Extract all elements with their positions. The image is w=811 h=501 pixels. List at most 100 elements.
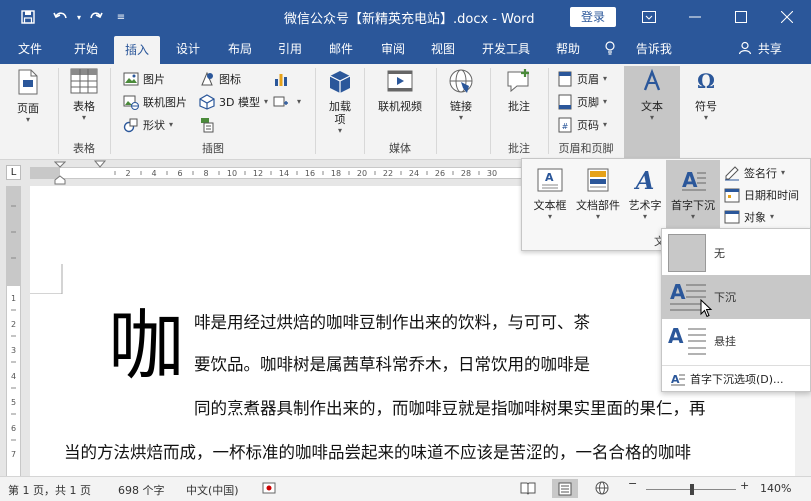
screenshot-button[interactable]: ▾ [273, 91, 301, 112]
links-button[interactable]: 链接 ▾ [443, 68, 479, 122]
indent-marker-icon[interactable] [54, 160, 66, 186]
dropcap-option-in-margin[interactable]: A 悬挂 [662, 319, 810, 363]
page-number-button[interactable]: # 页码 ▾ [557, 114, 607, 135]
language-indicator[interactable]: 中文(中国) [186, 482, 239, 498]
smartart-button[interactable] [199, 114, 219, 135]
text-button[interactable]: 文本 ▾ [628, 68, 676, 122]
window-title: 微信公众号【新精英充电站】.docx - Word [284, 12, 535, 27]
group-label-header-footer: 页眉和页脚 [558, 142, 614, 155]
tab-file[interactable]: 文件 [8, 34, 52, 64]
save-icon[interactable] [16, 7, 40, 27]
signature-label: 签名行 [744, 166, 777, 180]
tab-help[interactable]: 帮助 [546, 34, 590, 64]
datetime-button[interactable]: 日期和时间 [724, 184, 799, 205]
tab-design[interactable]: 设计 [166, 34, 210, 64]
tab-selector[interactable]: L [6, 165, 21, 180]
word-count[interactable]: 698 个字 [118, 482, 165, 498]
symbols-button[interactable]: Ω 符号 ▾ [688, 68, 724, 122]
chevron-down-icon: ▾ [595, 212, 600, 221]
svg-text:1: 1 [11, 294, 16, 303]
paragraph-line-3[interactable]: 同的烹煮器具制作出来的，而咖啡豆就是指咖啡树果实里面的果仁，再 [194, 395, 706, 419]
zoom-out-button[interactable]: − [628, 477, 637, 490]
addins-button[interactable]: 加载项 ▾ [322, 68, 358, 135]
picture-button[interactable]: 图片 [123, 68, 165, 89]
wordart-button[interactable]: A 艺术字 ▾ [624, 166, 666, 221]
svg-text:#: # [562, 122, 569, 131]
zoom-slider-thumb[interactable] [690, 484, 694, 495]
svg-text:18: 18 [331, 169, 341, 178]
screenshot-icon [273, 96, 288, 106]
tab-home[interactable]: 开始 [62, 34, 110, 64]
shapes-button[interactable]: 形状 ▾ [123, 114, 173, 135]
link-icon [449, 69, 473, 93]
3d-model-button[interactable]: 3D 模型 ▾ [199, 91, 268, 112]
divider [436, 68, 437, 154]
macro-record-icon[interactable] [262, 481, 276, 498]
chart-button[interactable] [273, 68, 293, 89]
customize-toolbar-icon[interactable]: ≡ [114, 7, 128, 27]
chevron-down-icon: ▾ [703, 113, 708, 122]
tab-mailings[interactable]: 邮件 [318, 34, 364, 64]
mouse-cursor-icon [700, 299, 713, 318]
minimize-icon[interactable] [672, 0, 718, 34]
maximize-icon[interactable] [718, 0, 764, 34]
textbox-icon: A [537, 168, 563, 192]
object-icon [724, 210, 740, 223]
icons-button[interactable]: 图标 [199, 68, 241, 89]
comment-button[interactable]: 批注 [499, 68, 539, 113]
tab-insert[interactable]: 插入 [114, 36, 160, 64]
zoom-in-button[interactable]: + [740, 479, 749, 492]
quick-parts-button[interactable]: 文档部件 ▾ [572, 167, 624, 221]
tab-review[interactable]: 审阅 [370, 34, 416, 64]
vertical-ruler[interactable]: 1 2 3 4 5 6 7 [6, 186, 21, 476]
tab-developer[interactable]: 开发工具 [474, 34, 538, 64]
paragraph-line-1[interactable]: 啡是用经过烘焙的咖啡豆制作出来的饮料，与可可、茶 [194, 309, 590, 333]
print-layout-icon[interactable] [552, 479, 578, 498]
close-icon[interactable] [764, 0, 810, 34]
dropcap-button[interactable]: A 首字下沉 ▾ [666, 167, 720, 221]
tell-me-search[interactable]: 告诉我 [604, 34, 684, 64]
paragraph-line-2[interactable]: 要饮品。咖啡树是属茜草科常乔木，日常饮用的咖啡是 [194, 351, 590, 375]
drop-cap-character[interactable]: 咖 [108, 304, 184, 388]
group-illustrations: 图片 联机图片 形状 ▾ 图标 3D 模型 ▾ ▾ 插图 [111, 64, 315, 160]
header-button[interactable]: 页眉 ▾ [557, 68, 607, 89]
first-line-indent-icon[interactable] [94, 160, 106, 170]
svg-text:7: 7 [11, 450, 16, 459]
icons-label: 图标 [219, 72, 241, 86]
login-button[interactable]: 登录 [570, 7, 616, 27]
read-mode-icon[interactable] [520, 481, 536, 498]
page-count[interactable]: 第 1 页，共 1 页 [8, 482, 91, 498]
dropcap-option-none[interactable]: 无 [662, 231, 810, 275]
textbox-button[interactable]: A 文本框 ▾ [528, 167, 572, 221]
svg-text:12: 12 [253, 169, 263, 178]
online-video-button[interactable]: 联机视频 [373, 68, 427, 113]
zoom-level[interactable]: 140% [760, 482, 791, 495]
dropcap-options-button[interactable]: A 首字下沉选项(D)... [670, 368, 784, 389]
undo-dropdown-icon[interactable]: ▾ [74, 7, 84, 27]
chevron-down-icon: ▾ [547, 212, 552, 221]
signature-line-button[interactable]: 签名行 ▾ [724, 162, 785, 183]
pages-button[interactable]: 页面 ▾ [10, 68, 46, 124]
group-label-media: 媒体 [389, 142, 411, 155]
chevron-down-icon: ▾ [603, 74, 608, 83]
redo-icon[interactable] [86, 7, 106, 27]
tab-layout[interactable]: 布局 [218, 34, 262, 64]
online-picture-button[interactable]: 联机图片 [123, 91, 187, 112]
tab-references[interactable]: 引用 [268, 34, 312, 64]
footer-button[interactable]: 页脚 ▾ [557, 91, 607, 112]
table-button[interactable]: 表格 ▾ [66, 68, 102, 122]
tab-view[interactable]: 视图 [420, 34, 466, 64]
dropcap-label: 首字下沉 [671, 199, 715, 212]
vruler-ticks: 1 2 3 4 5 6 7 [11, 205, 16, 459]
dropcap-option-dropped[interactable]: A 下沉 [662, 275, 810, 319]
web-layout-icon[interactable] [594, 481, 610, 498]
paragraph-line-4[interactable]: 当的方法烘焙而成，一杯标准的咖啡品尝起来的味道不应该是苦涩的，一名合格的咖啡 [64, 439, 691, 463]
wordart-icon: A [634, 166, 655, 195]
share-button[interactable]: 共享 [738, 34, 798, 64]
object-label: 对象 [744, 210, 766, 224]
chevron-down-icon: ▾ [81, 113, 86, 122]
undo-icon[interactable] [48, 7, 74, 27]
chevron-down-icon: ▾ [781, 168, 786, 177]
object-button[interactable]: 对象 ▾ [724, 206, 774, 227]
ribbon-display-options-icon[interactable] [626, 0, 672, 34]
